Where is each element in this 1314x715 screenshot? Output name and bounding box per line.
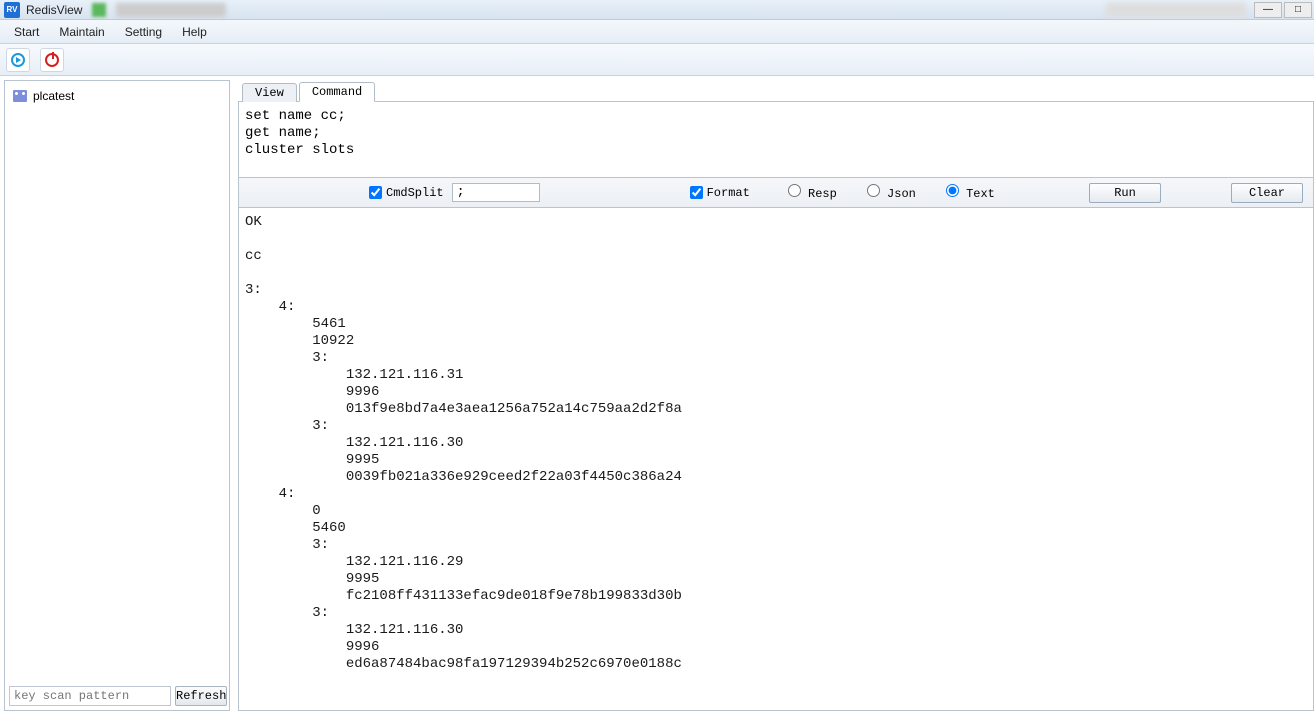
content-area: View Command CmdSplit Format Resp (238, 80, 1314, 711)
format-radio-group: Resp Json Text (788, 184, 995, 201)
control-bar: CmdSplit Format Resp Json Text Run Clear (238, 178, 1314, 208)
menu-maintain[interactable]: Maintain (49, 22, 114, 42)
database-icon (13, 90, 27, 102)
format-checkbox-group[interactable]: Format (690, 186, 750, 200)
blurred-window-controls (1106, 3, 1246, 17)
run-button[interactable]: Run (1089, 183, 1161, 203)
menu-bar: Start Maintain Setting Help (0, 20, 1314, 44)
cmdsplit-checkbox-group[interactable]: CmdSplit (369, 186, 444, 200)
radio-json[interactable]: Json (867, 184, 916, 201)
format-label: Format (707, 186, 750, 200)
output-panel[interactable]: OK cc 3: 4: 5461 10922 3: 132.121.116.31… (238, 208, 1314, 711)
cmdsplit-input[interactable] (452, 183, 540, 202)
window-buttons: — □ (1106, 2, 1312, 18)
radio-resp-input[interactable] (788, 184, 801, 197)
main-area: plcatest Refresh View Command CmdSplit (0, 76, 1314, 715)
menu-help[interactable]: Help (172, 22, 217, 42)
tab-command[interactable]: Command (299, 82, 375, 102)
play-icon (11, 53, 25, 67)
tree-item-label: plcatest (33, 89, 74, 103)
sidebar: plcatest Refresh (4, 80, 230, 711)
clear-button[interactable]: Clear (1231, 183, 1303, 203)
refresh-button[interactable]: Refresh (175, 686, 227, 706)
connection-tree[interactable]: plcatest (5, 81, 229, 681)
key-scan-input[interactable] (9, 686, 171, 706)
app-icon: RV (4, 2, 20, 18)
toolbar (0, 44, 1314, 76)
minimize-button[interactable]: — (1254, 2, 1282, 18)
radio-resp[interactable]: Resp (788, 184, 837, 201)
power-icon (45, 53, 59, 67)
radio-text-input[interactable] (946, 184, 959, 197)
radio-text[interactable]: Text (946, 184, 995, 201)
secondary-icon (92, 3, 106, 17)
run-tool-button[interactable] (6, 48, 30, 72)
blurred-title-extra (116, 3, 226, 17)
title-bar: RV RedisView — □ (0, 0, 1314, 20)
format-checkbox[interactable] (690, 186, 703, 199)
sidebar-footer: Refresh (5, 681, 229, 710)
cmdsplit-checkbox[interactable] (369, 186, 382, 199)
tab-view[interactable]: View (242, 83, 297, 102)
stop-tool-button[interactable] (40, 48, 64, 72)
content-tabs: View Command (238, 80, 1314, 102)
radio-json-input[interactable] (867, 184, 880, 197)
app-title: RedisView (26, 3, 82, 17)
menu-start[interactable]: Start (4, 22, 49, 42)
cmdsplit-label: CmdSplit (386, 186, 444, 200)
command-textarea[interactable] (245, 108, 1307, 168)
menu-setting[interactable]: Setting (115, 22, 172, 42)
tree-item-plcatest[interactable]: plcatest (9, 87, 225, 105)
command-input-panel (238, 102, 1314, 178)
maximize-button[interactable]: □ (1284, 2, 1312, 18)
